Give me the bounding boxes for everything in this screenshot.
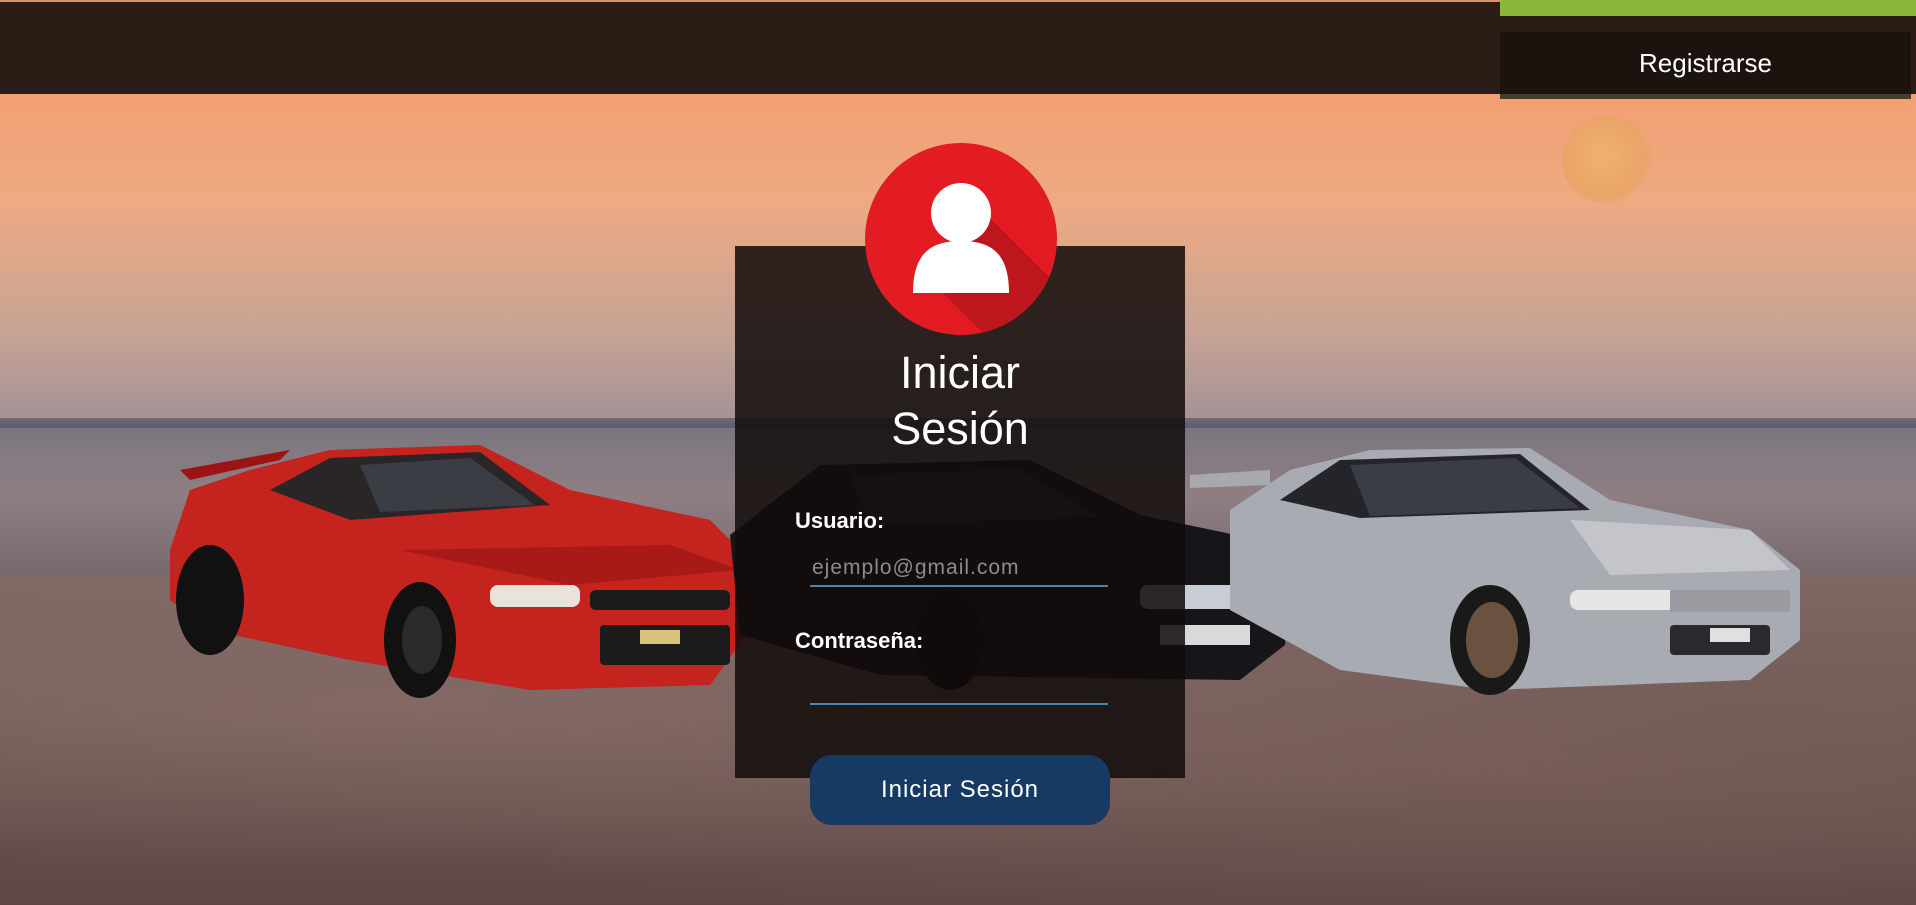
- username-input[interactable]: [810, 551, 1108, 587]
- user-icon: [865, 143, 1057, 335]
- login-title: Iniciar Sesión: [735, 345, 1185, 457]
- login-submit-button[interactable]: Iniciar Sesión: [810, 755, 1110, 825]
- username-label: Usuario:: [795, 508, 885, 533]
- accent-strip: [1500, 0, 1916, 16]
- password-input[interactable]: [810, 669, 1108, 705]
- register-button[interactable]: Registrarse: [1500, 32, 1911, 99]
- password-label: Contraseña:: [795, 628, 924, 653]
- login-title-line-2: Sesión: [891, 403, 1029, 454]
- moon: [1562, 116, 1652, 204]
- red-car: [170, 445, 750, 698]
- login-title-line-1: Iniciar: [899, 347, 1021, 398]
- silver-car: [1190, 448, 1800, 695]
